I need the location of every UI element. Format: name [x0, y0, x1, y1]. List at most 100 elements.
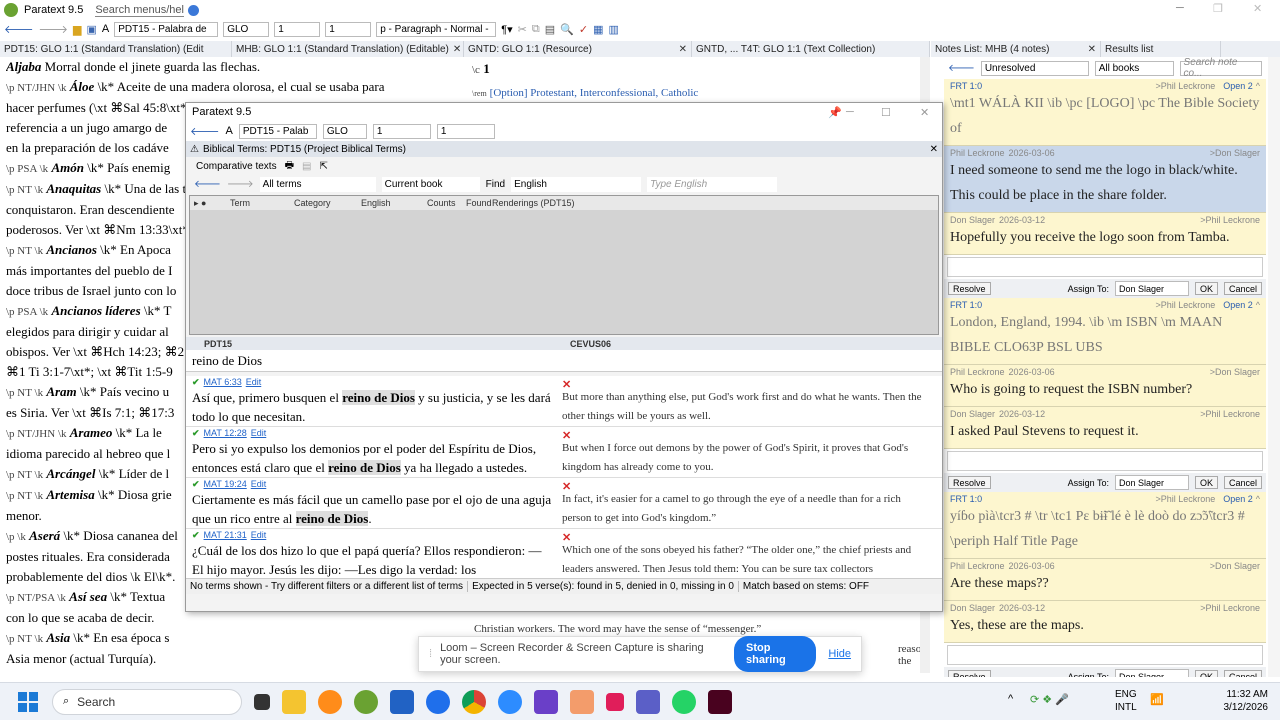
reply-input[interactable] — [947, 645, 1263, 665]
dialog-project-selector[interactable]: PDT15 - Palab — [238, 123, 317, 139]
close-tab-icon[interactable]: ✕ — [1084, 44, 1096, 55]
tab-mhb[interactable]: MHB: GLO 1:1 (Standard Translation) (Edi… — [232, 41, 464, 57]
taskbar-search[interactable]: ⌕ Search — [52, 688, 242, 715]
verse-row[interactable]: ✔ MAT 19:24 Edit Ciertamente es más fácil q… — [186, 478, 942, 529]
tab-notes-list[interactable]: Notes List: MHB (4 notes) ✕ — [931, 41, 1101, 57]
task-view-icon[interactable] — [254, 693, 270, 710]
export-icon[interactable]: ⇱ — [320, 161, 328, 172]
find-input[interactable]: Type English — [647, 176, 778, 192]
resolve-button[interactable]: Resolve — [948, 282, 991, 295]
resolve-button[interactable]: Resolve — [948, 476, 991, 489]
note-status[interactable]: Open 2 — [1223, 300, 1253, 310]
col-renderings[interactable]: Renderings (PDT15) — [492, 198, 575, 208]
save-icon[interactable]: ▣ — [86, 23, 96, 36]
close-tab-icon[interactable]: ✕ — [675, 44, 687, 55]
note-thread[interactable]: FRT 1:0 >Phil Leckrone Open 2 ^ London, Engl… — [944, 298, 1266, 492]
filter-icon[interactable]: ▤ — [302, 161, 311, 172]
ok-button[interactable]: OK — [1194, 670, 1218, 677]
layout-icon[interactable]: ▦ — [593, 23, 603, 36]
editor-line[interactable]: Asia menor (actual Turquía). — [6, 649, 461, 669]
scope-selector[interactable]: Current book — [381, 176, 480, 192]
project-selector[interactable]: PDT15 - Palabra de — [114, 21, 219, 37]
status-match[interactable]: Match based on stems: OFF — [739, 581, 873, 592]
note-ref[interactable]: FRT 1:0 — [950, 300, 982, 310]
cancel-button[interactable]: Cancel — [1223, 670, 1262, 677]
panel-close-button[interactable]: ✕ — [930, 144, 938, 155]
language-indicator[interactable]: ENG INTL — [1115, 688, 1137, 714]
paratext-app-icon[interactable] — [354, 689, 378, 714]
editor-line[interactable]: \p NT/JHN \k Áloe \k* Aceite de una made… — [6, 77, 461, 98]
verse-row[interactable]: ✔ MAT 6:33 Edit Así que, primero busquen el… — [186, 376, 942, 427]
verse-row[interactable]: ✔ MAT 21:31 Edit ¿Cuál de los dos hizo lo q… — [186, 529, 942, 578]
help-icon[interactable] — [188, 4, 199, 16]
terms-table[interactable]: ▸ ● Term Category English Counts Found R… — [189, 195, 939, 335]
slack-icon[interactable] — [606, 692, 624, 711]
back-icon[interactable]: 🡐 — [194, 178, 221, 190]
note-message[interactable]: Don Slager 2026-03-12 >Phil Leckrone Hopefu… — [944, 213, 1266, 255]
app-icon[interactable] — [534, 689, 558, 714]
close-window-button[interactable]: ✕ — [1253, 2, 1262, 15]
tray-icons[interactable]: ⟳ ❖ 🎤 — [1030, 693, 1069, 706]
verse-selector[interactable]: 1 — [325, 21, 372, 37]
chrome-icon[interactable] — [462, 689, 486, 714]
note-status[interactable]: Open 2 — [1223, 81, 1253, 91]
font-size-button[interactable]: A — [102, 23, 109, 35]
paste-icon[interactable]: ▤ — [545, 23, 555, 36]
find-icon[interactable]: 🔍 — [560, 23, 574, 36]
note-search-input[interactable]: Search note co... — [1179, 57, 1262, 79]
font-size-button[interactable]: A — [226, 125, 233, 137]
tab-text-collection[interactable]: GNTD, ... T4T: GLO 1:1 (Text Collection) — [692, 41, 930, 57]
col-counts[interactable]: Counts — [427, 198, 466, 208]
ok-button[interactable]: OK — [1194, 476, 1218, 489]
back-icon[interactable]: 🡐 — [190, 124, 220, 138]
app-icon[interactable] — [426, 689, 450, 714]
verse-row[interactable]: ✔ MAT 12:28 Edit Pero si yo expulso los dem… — [186, 427, 942, 478]
collapse-icon[interactable]: ^ — [1256, 494, 1260, 504]
rendering-field[interactable]: reino de Dios — [186, 350, 942, 372]
app-icon[interactable] — [390, 689, 414, 714]
copy-icon[interactable]: ⧉ — [532, 23, 540, 36]
minimize-button[interactable]: ─ — [1176, 2, 1184, 14]
clock[interactable]: 11:32 AM 3/12/2026 — [1214, 688, 1269, 714]
whatsapp-icon[interactable] — [672, 689, 696, 714]
terms-list-selector[interactable]: All terms — [259, 176, 376, 192]
note-thread[interactable]: FRT 1:0 >Phil Leckrone Open 2 ^ yíɓo pìà\tcr… — [944, 492, 1266, 677]
paragraph-icon[interactable]: ¶▾ — [501, 23, 512, 36]
style-selector[interactable]: p - Paragraph - Normal - — [376, 21, 497, 37]
hide-link[interactable]: Hide — [828, 648, 851, 660]
windows-start-icon[interactable] — [18, 691, 38, 712]
editor-line[interactable]: \p NT \k Astarté \k* Diosa cananea del a… — [6, 669, 461, 673]
dialog-chapter-selector[interactable]: 1 — [372, 123, 431, 139]
note-message[interactable]: Don Slager 2026-03-12 >Phil Leckrone I aske… — [944, 407, 1266, 449]
assign-selector[interactable]: Don Slager — [1114, 281, 1189, 296]
tab-gntd[interactable]: GNTD: GLO 1:1 (Resource) ✕ — [464, 41, 692, 57]
window-icon[interactable]: ▥ — [608, 23, 618, 36]
pin-icon[interactable]: 📌 — [828, 106, 842, 119]
dialog-close-button[interactable]: ✕ — [920, 106, 929, 119]
reply-input[interactable] — [947, 257, 1263, 277]
status-filter[interactable]: Unresolved — [980, 60, 1089, 76]
note-message[interactable]: Phil Leckrone 2026-03-06 >Don Slager Are th… — [944, 559, 1266, 601]
editor-line[interactable]: Aljaba Morral donde el jinete guarda las… — [6, 57, 461, 77]
collapse-icon[interactable]: ^ — [1256, 300, 1260, 310]
cancel-button[interactable]: Cancel — [1223, 282, 1262, 295]
teams-icon[interactable] — [636, 689, 660, 714]
deny-x-icon[interactable]: ✕ — [562, 478, 922, 493]
dialog-minimize-button[interactable]: ─ — [846, 106, 854, 118]
books-filter[interactable]: All books — [1094, 60, 1174, 76]
deny-x-icon[interactable]: ✕ — [562, 427, 922, 442]
maximize-button[interactable]: ❐ — [1213, 2, 1223, 15]
verse-list[interactable]: ✔ MAT 6:33 Edit Así que, primero busquen el… — [186, 376, 942, 578]
indesign-icon[interactable] — [708, 689, 732, 714]
col-found[interactable]: Found — [466, 198, 492, 208]
editor-line[interactable]: \p NT \k Asia \k* En esa época s — [6, 628, 461, 649]
folder-icon[interactable]: ▆ — [73, 23, 81, 36]
collapse-icon[interactable]: ^ — [1256, 81, 1260, 91]
dialog-maximize-button[interactable]: ☐ — [881, 106, 891, 119]
tab-pdt15[interactable]: PDT15: GLO 1:1 (Standard Translation) (E… — [0, 41, 232, 57]
note-status[interactable]: Open 2 — [1223, 494, 1253, 504]
comparative-texts-button[interactable]: Comparative texts — [196, 161, 277, 172]
spell-check-icon[interactable]: ✓ — [579, 23, 588, 36]
reply-input[interactable] — [947, 451, 1263, 471]
stop-sharing-button[interactable]: Stop sharing — [734, 636, 817, 672]
